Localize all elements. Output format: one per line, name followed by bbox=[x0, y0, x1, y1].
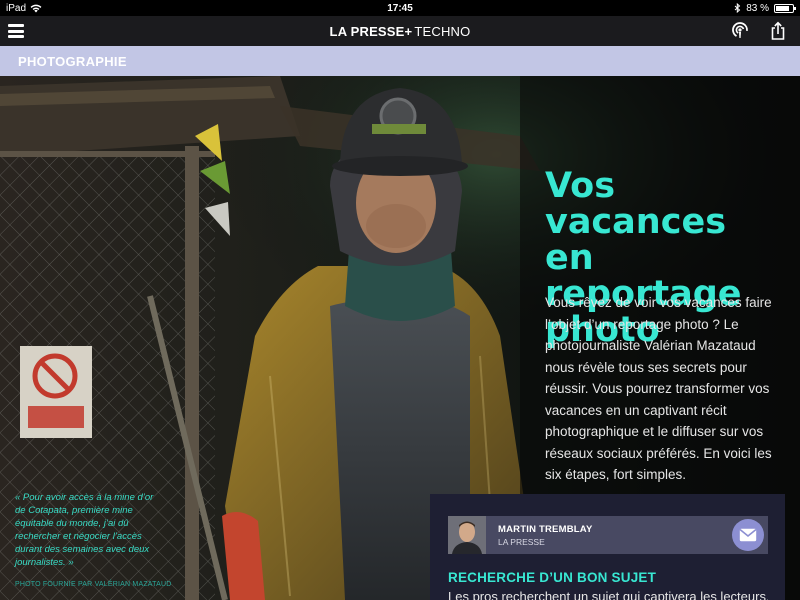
hamburger-icon[interactable] bbox=[8, 24, 24, 38]
article-panel: MARTIN TREMBLAY LA PRESSE RECHERCHE D’UN… bbox=[430, 494, 785, 600]
share-icon[interactable] bbox=[768, 21, 788, 41]
article-body-start: Les pros recherchent un sujet qui captiv… bbox=[448, 589, 768, 600]
author-org: LA PRESSE bbox=[498, 536, 545, 547]
status-right: 83 % bbox=[734, 2, 796, 14]
section-subhead: RECHERCHE D’UN BON SUJET bbox=[448, 570, 657, 585]
app-toolbar: LA PRESSE+ TECHNO bbox=[0, 16, 800, 46]
battery-percent: 83 % bbox=[746, 2, 769, 14]
device-label: iPad bbox=[6, 2, 27, 14]
photo-caption: « Pour avoir accès à la mine d’or de Cot… bbox=[15, 492, 154, 568]
brand-name: LA PRESSE+ bbox=[329, 23, 413, 39]
section-label[interactable]: PHOTOGRAPHIE bbox=[18, 54, 127, 69]
status-time: 17:45 bbox=[387, 2, 413, 14]
author-card[interactable]: MARTIN TREMBLAY LA PRESSE bbox=[448, 516, 768, 554]
photo-credit: PHOTO FOURNIE PAR VALÉRIAN MAZATAUD bbox=[15, 581, 172, 588]
battery-icon bbox=[774, 3, 796, 13]
bluetooth-icon bbox=[734, 3, 741, 13]
status-left: iPad bbox=[6, 3, 42, 14]
author-info: MARTIN TREMBLAY LA PRESSE bbox=[498, 524, 592, 547]
section-band: PHOTOGRAPHIE bbox=[0, 46, 800, 76]
mail-icon bbox=[739, 528, 757, 542]
battery-fill bbox=[776, 5, 790, 11]
brand-section: TECHNO bbox=[414, 23, 471, 39]
wifi-icon bbox=[30, 4, 42, 12]
brand-logo[interactable]: LA PRESSE+ TECHNO bbox=[330, 24, 471, 39]
podcast-icon[interactable] bbox=[730, 21, 750, 41]
article-hero: Vos vacances en reportage photo Vous rêv… bbox=[0, 76, 800, 600]
status-bar: iPad 17:45 83 % bbox=[0, 0, 800, 16]
contact-button[interactable] bbox=[732, 519, 764, 551]
avatar bbox=[448, 516, 486, 554]
author-name: MARTIN TREMBLAY bbox=[498, 523, 593, 535]
article-intro: Vous rêvez de voir vos vacances faire l’… bbox=[545, 295, 772, 482]
